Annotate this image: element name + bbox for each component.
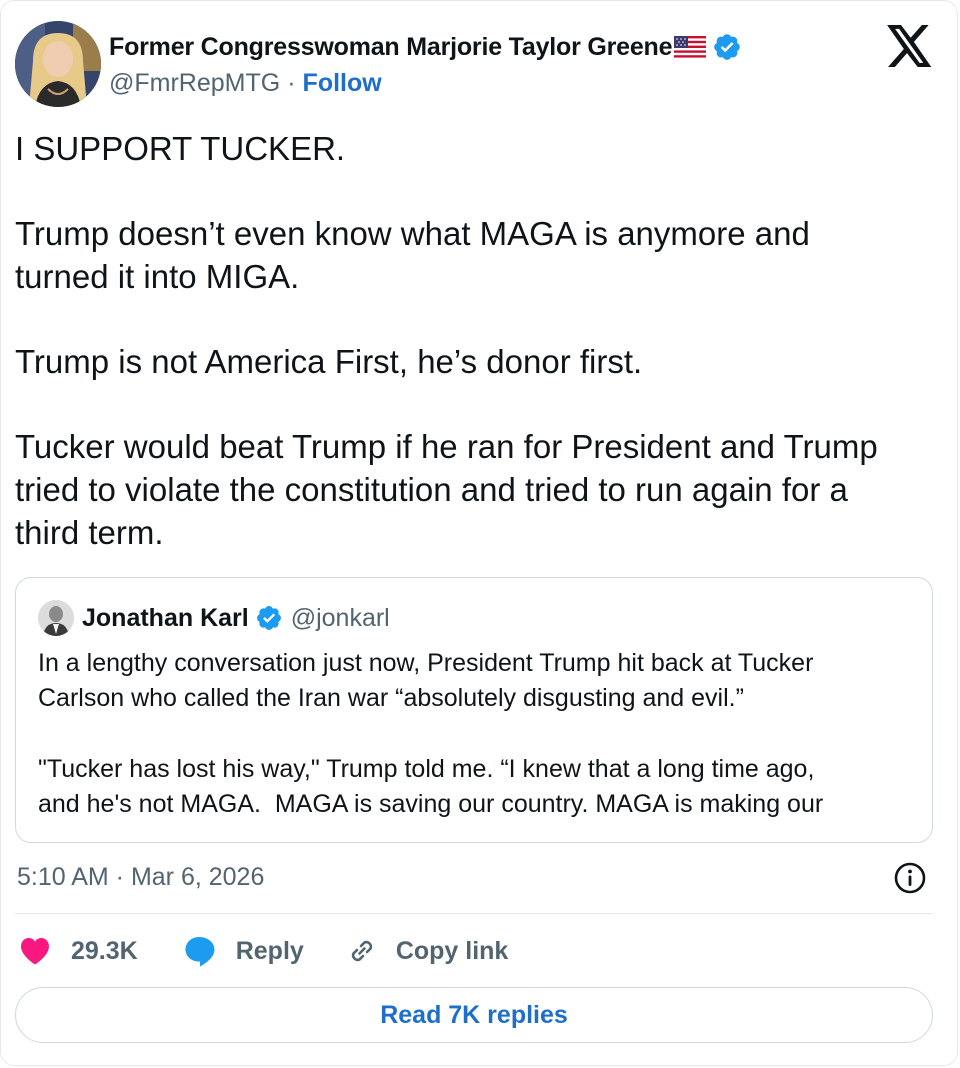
tweet-paragraph: Trump doesn’t even know what MAGA is any… [15, 215, 810, 295]
author-handle[interactable]: @FmrRepMTG [109, 69, 280, 98]
verified-badge-icon [255, 604, 283, 632]
quoted-paragraph: "Tucker has lost his way," Trump told me… [38, 755, 824, 818]
link-icon [344, 933, 380, 969]
author-name[interactable]: Former Congresswoman Marjorie Taylor Gre… [109, 33, 673, 62]
quoted-paragraph: In a lengthy conversation just now, Pres… [38, 649, 814, 712]
x-logo-icon[interactable] [887, 25, 933, 67]
copy-link-button[interactable]: Copy link [344, 933, 509, 969]
separator-dot: · [287, 68, 296, 97]
quoted-author-line: Jonathan Karl @jonkarl [38, 598, 390, 638]
reply-button[interactable]: Reply [182, 933, 304, 969]
read-replies-button[interactable]: Read 7K replies [15, 987, 933, 1043]
tweet-card: Former Congresswoman Marjorie Taylor Gre… [0, 0, 958, 1066]
quoted-tweet-text: In a lengthy conversation just now, Pres… [38, 646, 918, 822]
heart-icon [17, 933, 53, 969]
tweet-timestamp[interactable]: 5:10 AM · Mar 6, 2026 [17, 859, 264, 895]
author-line: Former Congresswoman Marjorie Taylor Gre… [109, 29, 742, 65]
reply-bubble-icon [182, 933, 218, 969]
tweet-text: I SUPPORT TUCKER. Trump doesn’t even kno… [15, 127, 945, 554]
author-avatar[interactable] [15, 21, 101, 107]
us-flag-icon [674, 36, 707, 58]
like-count: 29.3K [71, 936, 138, 965]
quoted-author-avatar[interactable] [38, 600, 74, 636]
reply-label: Reply [235, 936, 304, 965]
tweet-paragraph: Tucker would beat Trump if he ran for Pr… [15, 428, 878, 551]
verified-badge-icon[interactable] [712, 32, 742, 62]
follow-button[interactable]: Follow [303, 69, 382, 98]
divider [15, 913, 933, 914]
copy-link-label: Copy link [395, 936, 509, 965]
action-bar: 29.3K Reply Copy link [17, 929, 508, 973]
tweet-paragraph: I SUPPORT TUCKER. [15, 130, 346, 167]
quoted-author-handle[interactable]: @jonkarl [291, 604, 390, 633]
quoted-tweet[interactable]: Jonathan Karl @jonkarl In a lengthy conv… [15, 577, 933, 843]
info-icon[interactable] [893, 861, 927, 895]
handle-line: @FmrRepMTG · Follow [109, 65, 382, 101]
like-button[interactable]: 29.3K [17, 933, 138, 969]
quoted-author-name[interactable]: Jonathan Karl [82, 604, 249, 633]
tweet-paragraph: Trump is not America First, he’s donor f… [15, 343, 643, 380]
